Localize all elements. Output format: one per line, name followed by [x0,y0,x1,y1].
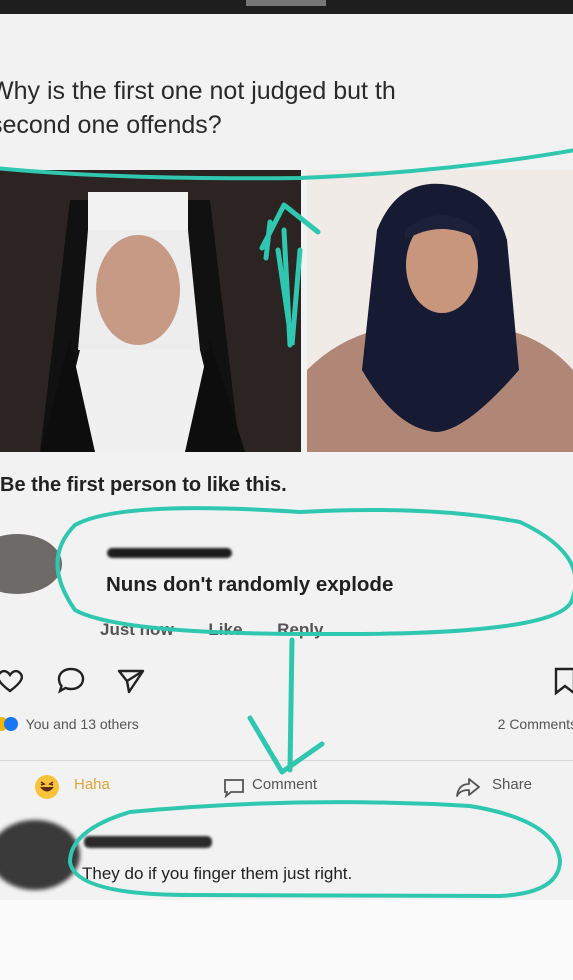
comment-1-like-link[interactable]: Like [208,620,242,639]
share-icon [456,778,480,797]
top-bar [0,0,573,14]
post-icon-row [0,664,573,696]
reaction-summary[interactable]: You and 13 others [0,716,139,732]
comment-1-time: Just now [100,620,174,639]
question-line-1: Why is the first one not judged but th [0,77,396,105]
comment-bubble-icon[interactable] [56,666,86,694]
nun-photo[interactable] [0,170,301,452]
nun-portrait-icon [0,170,301,452]
send-icon[interactable] [116,667,146,695]
commenter-2-name-redacted[interactable] [84,836,212,848]
comment-icon [224,779,244,799]
action-bar: Haha Comment Share [0,772,573,802]
comments-count[interactable]: 2 Comments [498,716,573,732]
comment-button[interactable]: Comment [252,776,317,793]
photo-comparison [0,170,573,452]
top-bar-notch [246,0,326,6]
reaction-summary-text: You and 13 others [25,716,139,732]
haha-emoji-icon [35,775,59,799]
bookmark-icon[interactable] [552,666,573,696]
comment-1-reply-link[interactable]: Reply [277,620,323,639]
comment-1-text: Nuns don't randomly explode [106,573,394,596]
annotation-down-arrow [247,637,325,775]
commenter-1-avatar[interactable] [0,534,62,594]
commenter-2-avatar[interactable] [0,820,80,890]
comment-1-actions: Just now Like Reply [100,620,353,640]
like-reaction-icon [4,717,18,731]
hijab-portrait-icon [307,170,573,452]
commenter-1-name-redacted[interactable] [107,548,232,558]
haha-button[interactable]: Haha [74,776,110,793]
annotation-comment-1-circle [55,506,573,637]
blank-area [0,900,573,980]
share-button[interactable]: Share [492,776,532,793]
heart-icon[interactable] [0,668,26,694]
question-line-2: second one offends? [0,111,222,139]
hijab-photo[interactable] [307,170,573,452]
post-question: Why is the first one not judged but th s… [0,74,573,142]
comment-2-text: They do if you finger them just right. [82,864,353,883]
like-prompt[interactable]: Be the first person to like this. [0,474,287,497]
divider [0,760,573,761]
